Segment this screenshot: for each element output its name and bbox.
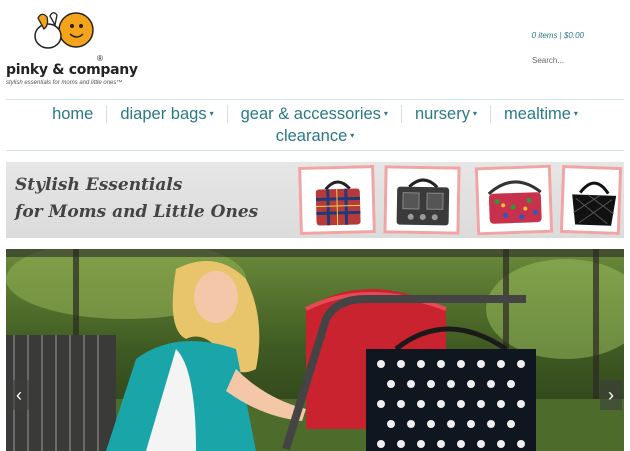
cart-summary-link[interactable]: 0 items | $0.00 bbox=[532, 31, 584, 40]
hero-photo-scene bbox=[6, 249, 624, 451]
quilted-bag-icon bbox=[572, 181, 617, 226]
plaid-bag-icon bbox=[315, 180, 361, 226]
search-input[interactable] bbox=[532, 53, 624, 67]
nav-row-2: clearance ▾ bbox=[6, 125, 624, 147]
nav-item-label: nursery bbox=[414, 104, 470, 123]
caret-down-icon: ▾ bbox=[573, 109, 578, 119]
banner-headline: Stylish Essentials bbox=[15, 175, 183, 195]
nav-divider-top bbox=[6, 99, 624, 100]
dotted-bag-icon bbox=[487, 180, 542, 224]
banner-subheadline: for Moms and Little Ones bbox=[15, 202, 259, 222]
nav-row-1: home diaper bags ▾ gear & accessories ▾ nu… bbox=[6, 103, 624, 125]
promo-banner[interactable]: Stylish Essentials for Moms and Little O… bbox=[6, 162, 624, 238]
brand-tagline: stylish essentials for moms and little o… bbox=[6, 80, 123, 86]
bag-photo-damask bbox=[383, 165, 461, 235]
nav-item-home[interactable]: home bbox=[39, 105, 106, 123]
nav-item-gear-accessories[interactable]: gear & accessories ▾ bbox=[226, 104, 401, 124]
nav-item-diaper-bags[interactable]: diaper bags ▾ bbox=[106, 104, 226, 124]
nav-divider-bottom bbox=[6, 150, 624, 151]
damask-bag-icon bbox=[396, 178, 450, 226]
nav-item-label: home bbox=[52, 105, 94, 123]
brand-name: pinky & company bbox=[6, 62, 138, 78]
slider-prev-button[interactable]: ‹ bbox=[8, 380, 30, 410]
main-navigation: home diaper bags ▾ gear & accessories ▾ nu… bbox=[6, 103, 624, 147]
nav-item-label: diaper bags bbox=[120, 104, 207, 123]
caret-down-icon: ▾ bbox=[209, 109, 214, 119]
hero-slide-image[interactable] bbox=[6, 249, 624, 451]
nav-item-nursery[interactable]: nursery ▾ bbox=[400, 104, 490, 124]
registered-mark: ® bbox=[97, 54, 103, 63]
bag-photo-dots bbox=[474, 164, 554, 236]
caret-down-icon: ▾ bbox=[383, 109, 388, 119]
nav-item-label: gear & accessories bbox=[240, 104, 381, 123]
nav-item-label: mealtime bbox=[503, 104, 571, 123]
logo-hands-icon bbox=[34, 12, 94, 49]
caret-down-icon: ▾ bbox=[350, 131, 355, 141]
nav-item-clearance[interactable]: clearance ▾ bbox=[263, 127, 368, 146]
slider-next-button[interactable]: › bbox=[600, 380, 622, 410]
bag-photo-quilted bbox=[559, 164, 623, 236]
bag-photo-plaid bbox=[298, 165, 376, 235]
nav-item-label: clearance bbox=[275, 126, 348, 145]
nav-item-mealtime[interactable]: mealtime ▾ bbox=[489, 104, 591, 124]
brand-logo[interactable]: pinky & company ® stylish essentials for… bbox=[6, 10, 138, 86]
caret-down-icon: ▾ bbox=[472, 109, 477, 119]
